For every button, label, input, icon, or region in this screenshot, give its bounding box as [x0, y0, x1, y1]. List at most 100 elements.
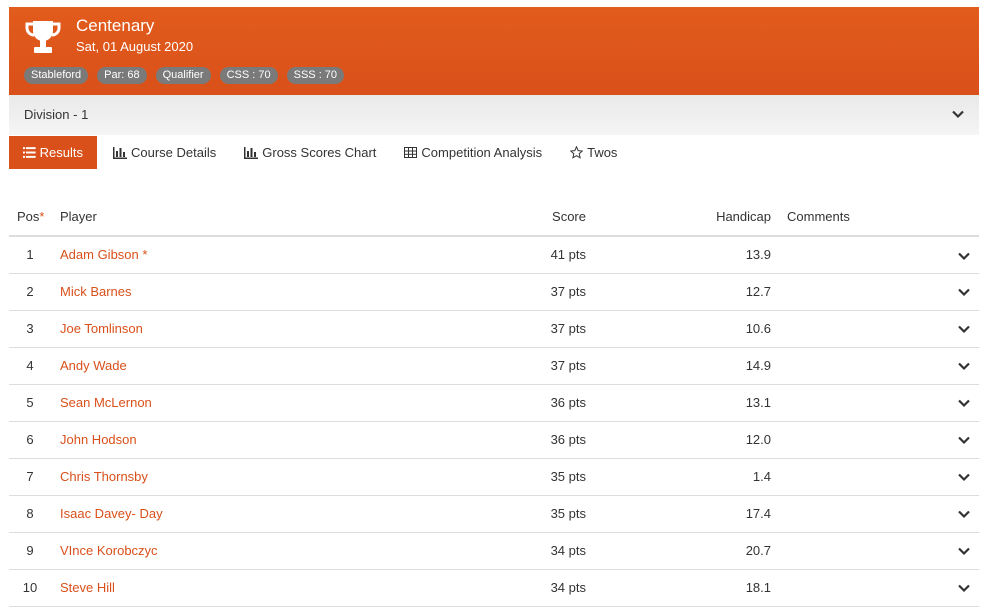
tab-results-label: Results — [39, 145, 83, 160]
handicap-cell: 12.0 — [586, 421, 771, 459]
division-selector[interactable]: Division - 1 — [9, 95, 979, 135]
score-cell: 41 pts — [471, 236, 586, 274]
expand-cell[interactable] — [949, 421, 979, 459]
comments-cell — [771, 495, 949, 533]
star-icon — [570, 146, 584, 159]
format-badge: Stableford — [24, 67, 89, 84]
expand-cell[interactable] — [949, 236, 979, 274]
tab-twos[interactable]: Twos — [556, 136, 631, 169]
player-link[interactable]: John Hodson — [60, 432, 137, 447]
score-cell: 34 pts — [471, 532, 586, 570]
chevron-down-icon[interactable] — [957, 396, 971, 410]
qualifier-badge: Qualifier — [155, 67, 211, 84]
expand-cell[interactable] — [949, 273, 979, 311]
expand-cell[interactable] — [949, 569, 979, 607]
table-row[interactable]: 5 Sean McLernon 36 pts 13.1 — [9, 384, 979, 422]
tab-results[interactable]: Results — [9, 136, 97, 169]
player-link[interactable]: Isaac Davey- Day — [60, 506, 163, 521]
competition-date: Sat, 01 August 2020 — [76, 39, 194, 54]
bar-chart-icon — [244, 146, 259, 159]
player-link[interactable]: Joe Tomlinson — [60, 321, 143, 336]
player-link[interactable]: Andy Wade — [60, 358, 127, 373]
expand-header — [949, 198, 979, 237]
chevron-down-icon[interactable] — [957, 359, 971, 373]
position-cell: 2 — [9, 273, 51, 311]
chevron-down-icon[interactable] — [957, 581, 971, 595]
table-row[interactable]: 4 Andy Wade 37 pts 14.9 — [9, 347, 979, 385]
chevron-down-icon[interactable] — [957, 285, 971, 299]
chevron-down-icon[interactable] — [957, 249, 971, 263]
expand-cell[interactable] — [949, 495, 979, 533]
score-cell: 37 pts — [471, 310, 586, 348]
player-cell: Mick Barnes — [51, 273, 471, 311]
player-cell: Isaac Davey- Day — [51, 495, 471, 533]
table-row[interactable]: 10 Steve Hill 34 pts 18.1 — [9, 569, 979, 607]
chevron-down-icon[interactable] — [951, 107, 965, 121]
table-row[interactable]: 7 Chris Thornsby 35 pts 1.4 — [9, 458, 979, 496]
competition-tags: Stableford Par: 68 Qualifier CSS : 70 SS… — [24, 67, 345, 84]
comments-cell — [771, 532, 949, 570]
table-row[interactable]: 9 VInce Korobczyc 34 pts 20.7 — [9, 532, 979, 570]
comments-cell — [771, 310, 949, 348]
chevron-down-icon[interactable] — [957, 470, 971, 484]
handicap-cell: 18.1 — [586, 569, 771, 607]
score-cell: 37 pts — [471, 273, 586, 311]
chevron-down-icon[interactable] — [957, 507, 971, 521]
chevron-down-icon[interactable] — [957, 433, 971, 447]
table-row[interactable]: 1 Adam Gibson * 41 pts 13.9 — [9, 236, 979, 274]
handicap-header[interactable]: Handicap — [586, 198, 771, 237]
tab-gross-scores-chart[interactable]: Gross Scores Chart — [230, 136, 390, 169]
comments-cell — [771, 458, 949, 496]
player-link[interactable]: Chris Thornsby — [60, 469, 148, 484]
results-tabs: Results Course Details Gross Scores Char… — [9, 136, 631, 169]
tab-course-details-label: Course Details — [131, 145, 217, 160]
expand-cell[interactable] — [949, 347, 979, 385]
expand-cell[interactable] — [949, 458, 979, 496]
handicap-cell: 13.9 — [586, 236, 771, 274]
player-cell: Chris Thornsby — [51, 458, 471, 496]
handicap-cell: 13.1 — [586, 384, 771, 422]
player-cell: VInce Korobczyc — [51, 532, 471, 570]
pos-header[interactable]: Pos* — [9, 198, 51, 237]
player-cell: Adam Gibson * — [51, 236, 471, 274]
player-link[interactable]: Mick Barnes — [60, 284, 132, 299]
table-row[interactable]: 2 Mick Barnes 37 pts 12.7 — [9, 273, 979, 311]
table-row[interactable]: 3 Joe Tomlinson 37 pts 10.6 — [9, 310, 979, 348]
expand-cell[interactable] — [949, 310, 979, 348]
tab-competition-analysis[interactable]: Competition Analysis — [390, 136, 556, 169]
player-link[interactable]: Sean McLernon — [60, 395, 152, 410]
pos-header-label: Pos — [17, 209, 40, 224]
comments-cell — [771, 273, 949, 311]
position-cell: 8 — [9, 495, 51, 533]
trophy-icon — [25, 21, 61, 53]
table-row[interactable]: 8 Isaac Davey- Day 35 pts 17.4 — [9, 495, 979, 533]
competition-title: Centenary — [76, 16, 155, 35]
player-cell: Steve Hill — [51, 569, 471, 607]
tab-course-details[interactable]: Course Details — [99, 136, 230, 169]
css-badge: CSS : 70 — [219, 67, 278, 84]
division-label: Division - 1 — [24, 107, 89, 122]
results-table: Pos* Player Score Handicap Comments 1 Ada… — [9, 198, 979, 607]
handicap-cell: 14.9 — [586, 347, 771, 385]
player-header[interactable]: Player — [51, 198, 471, 237]
position-cell: 5 — [9, 384, 51, 422]
player-link[interactable]: VInce Korobczyc — [60, 543, 158, 558]
player-link[interactable]: Adam Gibson * — [60, 247, 147, 262]
comments-cell — [771, 569, 949, 607]
score-cell: 36 pts — [471, 384, 586, 422]
player-cell: Sean McLernon — [51, 384, 471, 422]
comments-cell — [771, 421, 949, 459]
score-cell: 37 pts — [471, 347, 586, 385]
player-link[interactable]: Steve Hill — [60, 580, 115, 595]
position-cell: 1 — [9, 236, 51, 274]
chevron-down-icon[interactable] — [957, 322, 971, 336]
score-header[interactable]: Score — [471, 198, 586, 237]
chevron-down-icon[interactable] — [957, 544, 971, 558]
handicap-cell: 12.7 — [586, 273, 771, 311]
table-row[interactable]: 6 John Hodson 36 pts 12.0 — [9, 421, 979, 459]
expand-cell[interactable] — [949, 532, 979, 570]
score-cell: 35 pts — [471, 495, 586, 533]
expand-cell[interactable] — [949, 384, 979, 422]
comments-cell — [771, 384, 949, 422]
tab-competition-analysis-label: Competition Analysis — [421, 145, 543, 160]
